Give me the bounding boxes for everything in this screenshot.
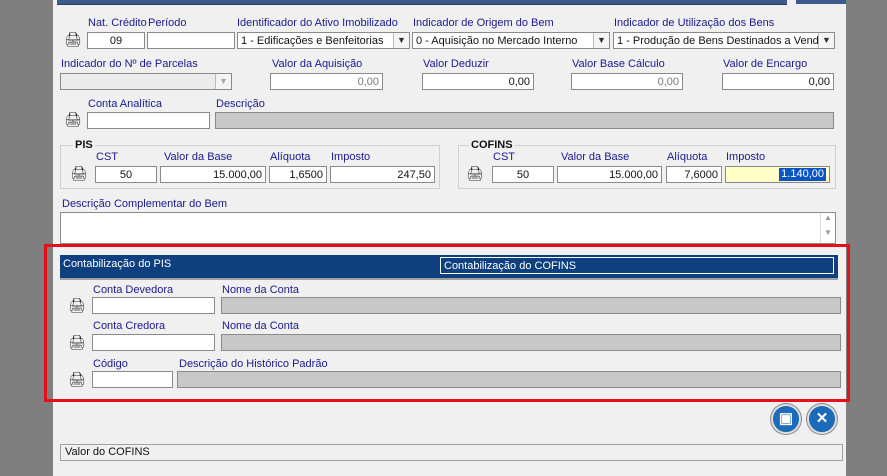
pis-imposto-label: Imposto bbox=[331, 151, 371, 163]
printer-icon[interactable]: 🖨 bbox=[70, 166, 88, 180]
parcelas-select[interactable]: ▼ bbox=[60, 73, 232, 90]
periodo-field[interactable] bbox=[147, 32, 235, 49]
conta-analitica-field[interactable] bbox=[87, 112, 210, 129]
top-tab-strip bbox=[57, 0, 787, 5]
cofins-cst-field[interactable]: 50 bbox=[492, 166, 554, 183]
save-button[interactable]: ▣ bbox=[771, 404, 801, 434]
periodo-label: Período bbox=[148, 17, 187, 29]
printer-icon[interactable]: 🖨 bbox=[64, 32, 82, 46]
ativo-select-value: 1 - Edificações e Benfeitorias bbox=[241, 35, 384, 47]
descricao-field bbox=[215, 112, 834, 129]
cofins-title: COFINS bbox=[469, 139, 515, 151]
cofins-base-label: Valor da Base bbox=[561, 151, 630, 163]
save-icon: ▣ bbox=[778, 410, 794, 427]
base-calculo-label: Valor Base Cálculo bbox=[572, 58, 665, 70]
cofins-imposto-selected-text: 1.140,00 bbox=[779, 168, 826, 181]
highlight-box bbox=[44, 244, 850, 402]
deduzir-field[interactable]: 0,00 bbox=[422, 73, 534, 90]
cofins-imposto-label: Imposto bbox=[726, 151, 766, 163]
cofins-base-field[interactable]: 15.000,00 bbox=[557, 166, 662, 183]
parcelas-label: Indicador do Nº de Parcelas bbox=[61, 58, 198, 70]
origem-select-value: 0 - Aquisição no Mercado Interno bbox=[416, 35, 578, 47]
encargo-label: Valor de Encargo bbox=[723, 58, 808, 70]
pis-cst-field[interactable]: 50 bbox=[95, 166, 157, 183]
nat-credito-label: Nat. Crédito bbox=[88, 17, 147, 29]
cofins-aliquota-field[interactable]: 7,6000 bbox=[666, 166, 722, 183]
pis-base-field[interactable]: 15.000,00 bbox=[160, 166, 266, 183]
cofins-aliquota-label: Alíquota bbox=[667, 151, 708, 163]
pis-aliquota-label: Alíquota bbox=[270, 151, 311, 163]
pis-base-label: Valor da Base bbox=[164, 151, 233, 163]
complementar-label: Descrição Complementar do Bem bbox=[62, 198, 228, 210]
status-bar: Valor do COFINS bbox=[60, 444, 843, 461]
chevron-down-icon[interactable]: ▼ bbox=[818, 33, 834, 48]
conta-analitica-label: Conta Analítica bbox=[88, 98, 162, 110]
printer-icon[interactable]: 🖨 bbox=[64, 112, 82, 126]
memo-scrollbar[interactable]: ▲ ▼ bbox=[820, 213, 835, 243]
utilizacao-select-value: 1 - Produção de Bens Destinados a Vend bbox=[617, 35, 819, 47]
aquisicao-label: Valor da Aquisição bbox=[272, 58, 363, 70]
scroll-up-icon[interactable]: ▲ bbox=[821, 213, 835, 222]
cofins-imposto-field[interactable]: 1.140,00 bbox=[725, 166, 830, 183]
aquisicao-field[interactable]: 0,00 bbox=[270, 73, 383, 90]
chevron-down-icon[interactable]: ▼ bbox=[393, 33, 409, 48]
close-icon: ✕ bbox=[815, 410, 829, 427]
origem-label: Indicador de Origem do Bem bbox=[413, 17, 554, 29]
chevron-down-icon[interactable]: ▼ bbox=[593, 33, 609, 48]
close-button[interactable]: ✕ bbox=[807, 404, 837, 434]
chevron-down-icon[interactable]: ▼ bbox=[215, 74, 231, 89]
top-tab-strip-right bbox=[796, 0, 846, 4]
deduzir-label: Valor Deduzir bbox=[423, 58, 489, 70]
descricao-label: Descrição bbox=[216, 98, 265, 110]
complementar-memo[interactable]: ▲ ▼ bbox=[60, 212, 836, 244]
nat-credito-field[interactable]: 09 bbox=[87, 32, 145, 49]
printer-icon[interactable]: 🖨 bbox=[466, 166, 484, 180]
base-calculo-field[interactable]: 0,00 bbox=[571, 73, 683, 90]
utilizacao-label: Indicador de Utilização dos Bens bbox=[614, 17, 775, 29]
scroll-down-icon[interactable]: ▼ bbox=[821, 228, 835, 237]
pis-imposto-field[interactable]: 247,50 bbox=[330, 166, 435, 183]
pis-title: PIS bbox=[73, 139, 95, 151]
ativo-select[interactable]: 1 - Edificações e Benfeitorias ▼ bbox=[237, 32, 410, 49]
top-strip bbox=[53, 0, 846, 7]
origem-select[interactable]: 0 - Aquisição no Mercado Interno ▼ bbox=[412, 32, 610, 49]
utilizacao-select[interactable]: 1 - Produção de Bens Destinados a Vend ▼ bbox=[613, 32, 835, 49]
cofins-cst-label: CST bbox=[493, 151, 515, 163]
encargo-field[interactable]: 0,00 bbox=[722, 73, 834, 90]
pis-aliquota-field[interactable]: 1,6500 bbox=[269, 166, 327, 183]
ativo-label: Identificador do Ativo Imobilizado bbox=[237, 17, 398, 29]
pis-cst-label: CST bbox=[96, 151, 118, 163]
